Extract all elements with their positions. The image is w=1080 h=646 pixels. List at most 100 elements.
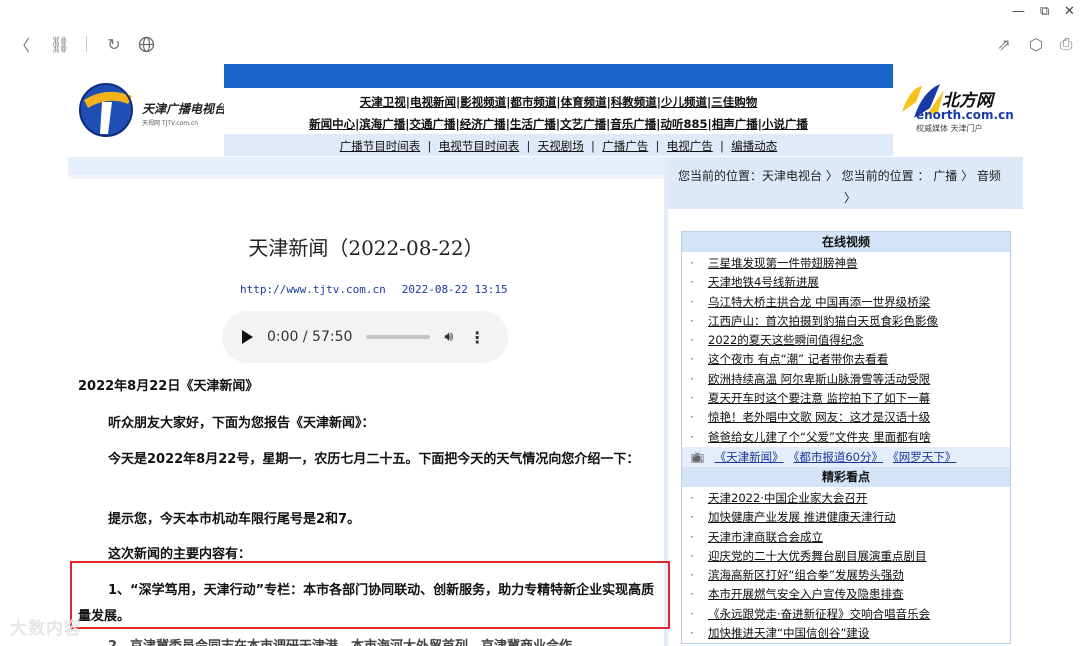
share-icon[interactable]: ⇗ xyxy=(994,34,1014,54)
refresh-icon[interactable]: ↻ xyxy=(104,34,124,54)
play-icon[interactable] xyxy=(242,330,253,344)
article-meta: http://www.tjtv.com.cn 2022-08-22 13:15 xyxy=(240,283,508,296)
nav-link[interactable]: 音乐广播 xyxy=(610,117,656,131)
nav-link[interactable]: 广播节目时间表 xyxy=(340,139,421,153)
program-link[interactable]: 《天津新闻》 xyxy=(715,450,784,464)
close-button[interactable]: ✕ xyxy=(1064,4,1075,19)
nav-link[interactable]: 广播广告 xyxy=(602,139,648,153)
highlight-link[interactable]: 滨海高新区打好“组合拳”发展势头强劲 xyxy=(708,568,904,582)
video-link[interactable]: 这个夜市 有点“潮” 记者带你去看看 xyxy=(708,352,888,366)
video-link[interactable]: 夏天开车时这个要注意 监控拍下了如下一幕 xyxy=(708,391,930,405)
audio-progress-slider[interactable] xyxy=(366,335,431,339)
nav-link[interactable]: 小说广播 xyxy=(762,117,808,131)
save-icon[interactable]: ⎙ xyxy=(1056,34,1076,54)
nav-link[interactable]: 生活广播 xyxy=(510,117,556,131)
highlight-link[interactable]: 加快推进天津“中国信创谷”建设 xyxy=(708,626,869,640)
list-item: · 爸爸给女儿建了个“父爱”文件夹 里面都有啥 xyxy=(690,429,931,444)
highlight-link[interactable]: 《永远跟党走·奋进新征程》交响合唱音乐会 xyxy=(708,607,930,621)
restore-button[interactable]: ⧉ xyxy=(1040,4,1049,19)
highlight-link[interactable]: 迎庆党的二十大优秀舞台剧目展演重点剧目 xyxy=(708,549,927,563)
article-datetime: 2022-08-22 13:15 xyxy=(401,283,508,296)
watermark: 大数内容 xyxy=(10,619,82,639)
globe-icon[interactable] xyxy=(136,34,156,54)
list-item: · 天津2022·中国企业家大会召开 xyxy=(690,490,868,505)
nav-link[interactable]: 新闻中心 xyxy=(309,117,355,131)
nav-link[interactable]: 滨海广播 xyxy=(359,117,405,131)
nav-link[interactable]: 科教频道 xyxy=(611,95,657,109)
nav-link[interactable]: 少儿频道 xyxy=(661,95,707,109)
video-link[interactable]: 欧洲持续高温 阿尔卑斯山脉滑雪等活动受限 xyxy=(708,372,930,386)
more-options-icon[interactable]: ⋮ xyxy=(469,328,485,347)
nav-link[interactable]: 天视剧场 xyxy=(538,139,584,153)
highlight-link[interactable]: 加快健康产业发展 推进健康天津行动 xyxy=(708,510,896,524)
program-link[interactable]: 《网罗天下》 xyxy=(893,450,956,464)
list-item: · 夏天开车时这个要注意 监控拍下了如下一幕 xyxy=(690,391,931,406)
tv-icon: 📺︎ xyxy=(690,449,705,464)
video-link[interactable]: 惊艳！老外唱中文歌 网友：这才是汉语十级 xyxy=(708,410,930,424)
volume-icon[interactable]: 🔊︎ xyxy=(444,329,453,345)
article-paragraph: 提示您，今天本市机动车限行尾号是2和7。 xyxy=(108,512,361,527)
list-item: · 江西庐山：首次拍摄到豹猫白天觅食彩色影像 xyxy=(690,313,938,328)
article-source-url[interactable]: http://www.tjtv.com.cn xyxy=(240,283,386,296)
tjtv-logo-subtext: 天视网 TJTV.com.cn xyxy=(142,120,199,127)
tjtv-logo[interactable]: 天津广播电视台 天视网 TJTV.com.cn xyxy=(76,80,226,144)
program-nav: 广播节目时间表 | 电视节目时间表 | 天视剧场 | 广播广告 | 电视广告 |… xyxy=(224,134,893,156)
highlight-link[interactable]: 本市开展燃气安全入户宣传及隐患排查 xyxy=(708,587,904,601)
list-item: · 三星堆发现第一件带翅膀神兽 xyxy=(690,256,858,270)
enorth-logo-domain: enorth.com.cn xyxy=(916,108,1014,122)
online-video-list: · 三星堆发现第一件带翅膀神兽 · 天津地铁4号线新进展 · 乌江特大桥主拱合龙 中国… xyxy=(682,252,1010,447)
highlight-annotation-box xyxy=(70,561,670,629)
highlight-link[interactable]: 天津市津商联合会成立 xyxy=(708,530,823,544)
list-item: · 《永远跟党走·奋进新征程》交响合唱音乐会 xyxy=(690,606,931,621)
nav-link[interactable]: 电视新闻 xyxy=(410,95,456,109)
list-item: · 乌江特大桥主拱合龙 中国再添一世界级桥梁 xyxy=(690,294,931,309)
article-paragraph: 听众朋友大家好，下面为您报告《天津新闻》： xyxy=(108,416,375,431)
online-video-box: 在线视频 · 三星堆发现第一件带翅膀神兽 · 天津地铁4号线新进展 · 乌江特大桥主拱… xyxy=(681,231,1011,645)
nav-link[interactable]: 影视频道 xyxy=(460,95,506,109)
minimize-button[interactable]: — xyxy=(1012,4,1025,19)
highlight-link[interactable]: 天津2022·中国企业家大会召开 xyxy=(708,491,867,505)
breadcrumb-line: 〉 xyxy=(844,191,857,205)
program-links-row: 📺︎ 《天津新闻》 《都市报道60分》 《网罗天下》 xyxy=(682,446,1010,467)
list-item: · 欧洲持续高温 阿尔卑斯山脉滑雪等活动受限 xyxy=(690,371,931,386)
list-item: · 天津地铁4号线新进展 xyxy=(690,275,819,290)
list-item: · 迎庆党的二十大优秀舞台剧目展演重点剧目 xyxy=(690,548,927,563)
channel-nav-row-1: 天津卫视|电视新闻|影视频道|都市频道|体育频道|科教频道|少儿频道|三佳购物 xyxy=(359,95,758,109)
list-item: · 惊艳！老外唱中文歌 网友：这才是汉语十级 xyxy=(690,410,931,425)
video-link[interactable]: 乌江特大桥主拱合龙 中国再添一世界级桥梁 xyxy=(708,295,930,309)
video-link[interactable]: 爸爸给女儿建了个“父爱”文件夹 里面都有啥 xyxy=(708,430,931,444)
highlights-list: · 天津2022·中国企业家大会召开 · 加快健康产业发展 推进健康天津行动 · 天津… xyxy=(682,487,1010,643)
nav-link[interactable]: 天津卫视 xyxy=(360,95,406,109)
nav-link[interactable]: 都市频道 xyxy=(510,95,556,109)
list-item: · 滨海高新区打好“组合拳”发展势头强劲 xyxy=(690,568,904,583)
breadcrumb-line[interactable]: 您当前的位置：天津电视台 〉 您当前的位置 ： 广播 〉 音频 xyxy=(678,165,1013,187)
nav-link[interactable]: 经济广播 xyxy=(460,117,506,131)
back-icon[interactable]: 〈 xyxy=(12,34,32,55)
nav-link[interactable]: 相声广播 xyxy=(712,117,758,131)
audio-player: 0:00 / 57:50 🔊︎ ⋮ xyxy=(222,311,508,363)
link-icon[interactable]: ⛓ xyxy=(50,34,70,54)
channel-nav-row-2: 新闻中心|滨海广播|交通广播|经济广播|生活广播|文艺广播|音乐广播|动听885… xyxy=(309,117,808,131)
audio-time: 0:00 / 57:50 xyxy=(267,329,353,345)
program-link[interactable]: 《都市报道60分》 xyxy=(794,450,883,464)
nav-link[interactable]: 文艺广播 xyxy=(560,117,606,131)
nav-link[interactable]: 编播动态 xyxy=(731,139,777,153)
video-link[interactable]: 天津地铁4号线新进展 xyxy=(708,275,819,289)
video-link[interactable]: 三星堆发现第一件带翅膀神兽 xyxy=(708,256,858,270)
cube-icon[interactable]: ⬡ xyxy=(1026,34,1046,54)
enorth-logo[interactable]: 北方网 enorth.com.cn 权威媒体 天津门户 xyxy=(896,80,1024,133)
enorth-logo-slogan: 权威媒体 天津门户 xyxy=(916,124,983,133)
nav-link[interactable]: 体育频道 xyxy=(561,95,607,109)
video-link[interactable]: 2022的夏天这些瞬间值得纪念 xyxy=(708,333,864,347)
nav-link[interactable]: 电视广告 xyxy=(667,139,713,153)
breadcrumb: 您当前的位置：天津电视台 〉 您当前的位置 ： 广播 〉 音频 〉 xyxy=(668,157,1023,209)
content-top-band xyxy=(68,157,664,175)
video-link[interactable]: 江西庐山：首次拍摄到豹猫白天觅食彩色影像 xyxy=(708,314,938,328)
nav-link[interactable]: 交通广播 xyxy=(409,117,455,131)
list-item: · 加快推进天津“中国信创谷”建设 xyxy=(690,626,870,641)
nav-link[interactable]: 三佳购物 xyxy=(711,95,757,109)
nav-link[interactable]: 电视节目时间表 xyxy=(439,139,520,153)
nav-link[interactable]: 动听885 xyxy=(661,117,708,131)
tjtv-logo-text: 天津广播电视台 xyxy=(142,102,227,116)
list-item: · 加快健康产业发展 推进健康天津行动 xyxy=(690,510,896,525)
